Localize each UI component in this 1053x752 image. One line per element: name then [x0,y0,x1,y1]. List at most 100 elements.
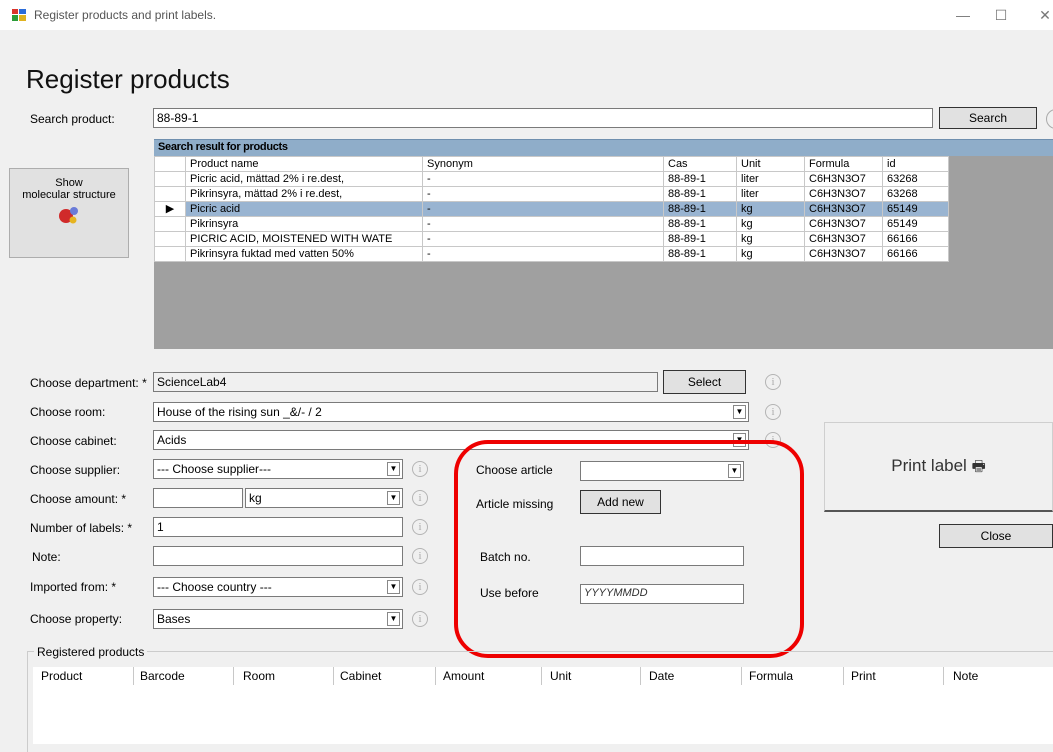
column-header[interactable]: Synonym [422,156,664,172]
table-cell[interactable]: 88-89-1 [663,186,737,202]
note-info-icon[interactable]: i [412,548,428,564]
show-molecular-structure-button[interactable]: Show molecular structure [9,168,129,258]
table-cell[interactable]: Picric acid, mättad 2% i re.dest, [185,171,423,187]
country-select[interactable]: --- Choose country --- ▼ [153,577,403,597]
property-label: Choose property: [30,612,123,626]
amount-info-icon[interactable]: i [412,490,428,506]
chevron-down-icon[interactable]: ▼ [387,580,400,594]
table-cell[interactable]: C6H3N3O7 [804,231,883,247]
table-cell[interactable]: C6H3N3O7 [804,201,883,217]
table-cell[interactable]: liter [736,186,805,202]
table-cell[interactable]: 63268 [882,171,949,187]
column-header[interactable]: Product name [185,156,423,172]
table-cell[interactable]: - [422,231,664,247]
search-info-icon[interactable] [1046,109,1053,129]
table-row-selected[interactable]: ▶ Picric acid - 88-89-1 kg C6H3N3O7 6514… [154,201,949,217]
table-cell[interactable]: liter [736,171,805,187]
table-cell[interactable]: - [422,246,664,262]
table-cell[interactable]: kg [736,231,805,247]
note-label: Note: [32,550,61,564]
table-cell[interactable]: - [422,216,664,232]
column-header[interactable]: Unit [550,669,571,683]
column-header[interactable]: Unit [736,156,805,172]
table-row[interactable]: Pikrinsyra fuktad med vatten 50% - 88-89… [154,246,949,262]
table-cell[interactable]: - [422,171,664,187]
table-cell[interactable]: - [422,186,664,202]
table-cell[interactable]: C6H3N3O7 [804,171,883,187]
table-cell[interactable]: 63268 [882,186,949,202]
table-cell[interactable]: Pikrinsyra, mättad 2% i re.dest, [185,186,423,202]
department-info-icon[interactable]: i [765,374,781,390]
supplier-select-value: --- Choose supplier--- [157,462,272,476]
table-cell[interactable]: Picric acid [185,201,423,217]
search-results-table[interactable]: Product name Synonym Cas Unit Formula id… [154,156,949,262]
table-cell[interactable]: 88-89-1 [663,216,737,232]
column-header[interactable]: Formula [749,669,793,683]
supplier-select[interactable]: --- Choose supplier--- ▼ [153,459,403,479]
table-cell[interactable]: Pikrinsyra [185,216,423,232]
table-cell[interactable]: - [422,201,664,217]
table-cell[interactable]: C6H3N3O7 [804,216,883,232]
search-input[interactable]: 88-89-1 [153,108,933,128]
column-header[interactable]: Print [851,669,876,683]
table-cell[interactable]: kg [736,201,805,217]
chevron-down-icon[interactable]: ▼ [387,491,400,505]
search-results-grid[interactable]: Search result for products Product name … [154,139,1053,349]
column-header[interactable]: Cabinet [340,669,381,683]
column-header[interactable]: Date [649,669,674,683]
labels-info-icon[interactable]: i [412,519,428,535]
property-info-icon[interactable]: i [412,611,428,627]
table-cell[interactable]: 88-89-1 [663,171,737,187]
table-cell[interactable]: 66166 [882,231,949,247]
amount-input[interactable] [153,488,243,508]
close-button[interactable]: Close [939,524,1053,548]
table-cell[interactable]: 88-89-1 [663,201,737,217]
print-label-button[interactable]: Print label 🖶 [824,422,1053,512]
table-cell[interactable]: kg [736,246,805,262]
chevron-down-icon[interactable]: ▼ [387,462,400,476]
app-icon [12,9,26,21]
amount-unit-select[interactable]: kg ▼ [245,488,403,508]
column-header[interactable]: Product [41,669,82,683]
select-department-button[interactable]: Select [663,370,746,394]
column-header[interactable]: id [882,156,949,172]
table-cell[interactable]: 88-89-1 [663,246,737,262]
registered-products-list[interactable] [33,685,1053,744]
chevron-down-icon[interactable]: ▼ [733,405,746,419]
column-header[interactable]: Formula [804,156,883,172]
table-row[interactable]: Picric acid, mättad 2% i re.dest, - 88-8… [154,171,949,187]
chevron-down-icon[interactable]: ▼ [387,612,400,626]
labels-count-input[interactable]: 1 [153,517,403,537]
table-row[interactable]: PICRIC ACID, MOISTENED WITH WATE - 88-89… [154,231,949,247]
table-cell[interactable]: 88-89-1 [663,231,737,247]
amount-unit-value: kg [249,491,262,505]
table-cell[interactable]: C6H3N3O7 [804,186,883,202]
close-window-icon[interactable]: ✕ [1030,4,1053,26]
column-header[interactable]: Note [953,669,978,683]
table-cell[interactable]: 65149 [882,201,949,217]
note-input[interactable] [153,546,403,566]
table-cell[interactable]: 65149 [882,216,949,232]
room-select[interactable]: House of the rising sun _&/- / 2 ▼ [153,402,749,422]
room-info-icon[interactable]: i [765,404,781,420]
table-header-row: Product name Synonym Cas Unit Formula id [154,156,949,172]
minimize-icon[interactable]: — [948,4,978,26]
table-row[interactable]: Pikrinsyra, mättad 2% i re.dest, - 88-89… [154,186,949,202]
table-cell[interactable]: PICRIC ACID, MOISTENED WITH WATE [185,231,423,247]
column-header[interactable]: Barcode [140,669,185,683]
table-cell[interactable]: kg [736,216,805,232]
search-button[interactable]: Search [939,107,1037,129]
column-header[interactable]: Room [243,669,275,683]
table-row[interactable]: Pikrinsyra - 88-89-1 kg C6H3N3O7 65149 [154,216,949,232]
molecular-button-line1: Show [55,177,83,189]
table-cell[interactable]: 66166 [882,246,949,262]
property-select[interactable]: Bases ▼ [153,609,403,629]
column-header[interactable]: Amount [443,669,484,683]
column-header[interactable]: Cas [663,156,737,172]
imported-info-icon[interactable]: i [412,579,428,595]
table-cell[interactable]: C6H3N3O7 [804,246,883,262]
molecular-button-line2: molecular structure [22,189,116,201]
table-cell[interactable]: Pikrinsyra fuktad med vatten 50% [185,246,423,262]
maximize-icon[interactable]: ☐ [986,4,1016,26]
supplier-info-icon[interactable]: i [412,461,428,477]
